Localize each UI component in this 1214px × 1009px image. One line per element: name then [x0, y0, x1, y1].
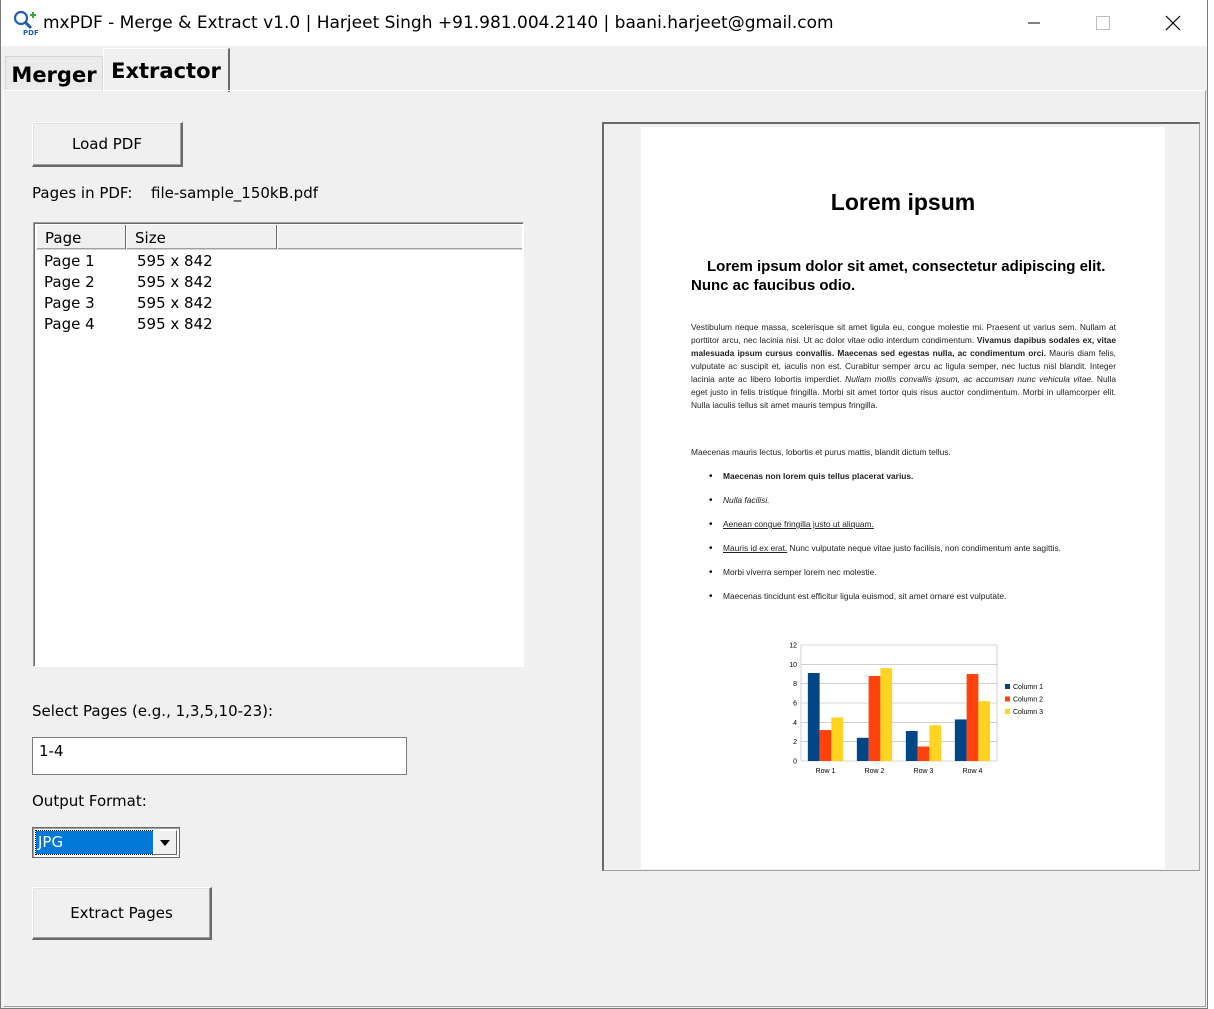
- list-rows: Page 1 595 x 842 Page 2 595 x 842 Page 3…: [36, 251, 516, 335]
- page-cell: Page 2: [44, 273, 95, 291]
- chart-legend-label: Column 2: [1013, 697, 1043, 704]
- chart-legend-swatch: [1005, 684, 1010, 689]
- chart-y-tick-label: 2: [793, 739, 797, 746]
- chart-y-tick-label: 12: [789, 643, 797, 650]
- tab-merger[interactable]: Merger: [5, 56, 103, 92]
- bullet-text: Morbi viverra semper lorem nec molestie.: [723, 567, 877, 577]
- bullet-text: Nunc vulputate neque vitae justo facilis…: [787, 543, 1061, 553]
- pages-in-pdf-label: Pages in PDF:: [32, 184, 133, 202]
- bullet-text: Nulla facilisi.: [723, 495, 770, 505]
- chart-bar: [954, 719, 967, 761]
- bullet-text: Maecenas non lorem quis tellus placerat …: [723, 471, 914, 481]
- chart-bar: [868, 675, 881, 761]
- title-bar[interactable]: PDF mxPDF - Merge & Extract v1.0 | Harje…: [1, 0, 1207, 46]
- column-header-page[interactable]: Page: [36, 225, 126, 249]
- page-cell: Page 4: [44, 315, 95, 333]
- maximize-button[interactable]: [1068, 0, 1138, 46]
- chart-y-tick-label: 10: [789, 662, 797, 669]
- minimize-button[interactable]: [999, 0, 1069, 46]
- pages-list[interactable]: Page Size Page 1 595 x 842 Page 2 595 x …: [33, 222, 524, 667]
- chart-bar: [807, 673, 820, 761]
- extract-pages-button[interactable]: Extract Pages: [32, 887, 212, 940]
- para-italic-text: Nullam mollis convallis ipsum, ac accums…: [845, 374, 1094, 384]
- chart-legend-swatch: [1005, 709, 1010, 714]
- chart-bar: [905, 731, 918, 761]
- list-item[interactable]: Page 3 595 x 842: [36, 293, 516, 314]
- chart-x-tick-label: Row 2: [865, 768, 885, 775]
- bullet-item: Maecenas tincidunt est efficitur ligula …: [709, 590, 1117, 603]
- pdf-preview-pane: Lorem ipsum Lorem ipsum dolor sit amet, …: [602, 122, 1200, 871]
- size-cell: 595 x 842: [137, 294, 213, 312]
- size-cell: 595 x 842: [137, 315, 213, 333]
- output-format-select[interactable]: JPG: [32, 827, 180, 858]
- chart-legend-swatch: [1005, 696, 1010, 702]
- bullet-link-text: Mauris id ex erat.: [723, 543, 788, 553]
- close-icon: [1165, 15, 1181, 31]
- chart-bar: [880, 668, 893, 761]
- preview-doc-subtitle: Lorem ipsum dolor sit amet, consectetur …: [691, 258, 1106, 294]
- chart-bar: [966, 674, 979, 761]
- chart-y-tick-label: 4: [793, 720, 797, 727]
- output-format-label: Output Format:: [32, 792, 147, 810]
- chart-legend-label: Column 3: [1013, 709, 1043, 716]
- window-title: mxPDF - Merge & Extract v1.0 | Harjeet S…: [43, 13, 834, 33]
- column-header-filler: [277, 225, 522, 249]
- tab-strip: Merger Extractor: [1, 46, 1207, 92]
- select-pages-label: Select Pages (e.g., 1,3,5,10-23):: [32, 702, 274, 720]
- chart-x-tick-label: Row 4: [963, 768, 983, 775]
- chart-x-tick-label: Row 1: [816, 768, 836, 775]
- minimize-icon: [1028, 22, 1040, 24]
- page-cell: Page 1: [44, 252, 95, 270]
- chart-y-tick-label: 6: [793, 701, 797, 708]
- size-cell: 595 x 842: [137, 273, 213, 291]
- preview-doc-title: Lorem ipsum: [830, 189, 976, 215]
- bullet-item: Mauris id ex erat. Nunc vulputate neque …: [709, 542, 1117, 555]
- chart-y-tick-label: 8: [793, 681, 797, 688]
- bullet-item: Morbi viverra semper lorem nec molestie.: [709, 566, 1117, 579]
- chart-legend-label: Column 1: [1013, 684, 1043, 691]
- app-pdf-search-icon: PDF: [13, 10, 38, 36]
- size-cell: 595 x 842: [137, 252, 213, 270]
- column-header-size[interactable]: Size: [126, 225, 277, 249]
- maximize-icon: [1096, 16, 1110, 30]
- svg-text:PDF: PDF: [23, 29, 38, 36]
- bullet-item: Aenean congue fringilla justo ut aliquam…: [709, 518, 1117, 531]
- chart-x-tick-label: Row 3: [914, 768, 934, 775]
- load-pdf-button[interactable]: Load PDF: [32, 122, 183, 167]
- preview-paragraph-2: Maecenas mauris lectus, lobortis et puru…: [691, 447, 951, 457]
- output-format-value: JPG: [35, 830, 155, 855]
- preview-bullet-list: Maecenas non lorem quis tellus placerat …: [709, 470, 1117, 614]
- tab-extractor[interactable]: Extractor: [103, 48, 230, 92]
- bullet-item: Nulla facilisi.: [709, 494, 1117, 507]
- page-cell: Page 3: [44, 294, 95, 312]
- preview-bar-chart: 0 2 4 6 8 10 12 Row 1 Row 2 Row 3 Row 4 Column 1 Col…: [789, 643, 1043, 776]
- bullet-text: Maecenas tincidunt est efficitur ligula …: [723, 591, 1007, 601]
- bullet-item: Maecenas non lorem quis tellus placerat …: [709, 470, 1117, 483]
- chart-bar: [856, 737, 869, 761]
- select-pages-input[interactable]: 1-4: [32, 737, 407, 775]
- close-button[interactable]: [1138, 0, 1208, 46]
- chart-bar: [917, 746, 930, 761]
- list-item[interactable]: Page 1 595 x 842: [36, 251, 516, 272]
- chart-bar: [819, 730, 832, 761]
- chart-bar: [978, 701, 991, 761]
- list-item[interactable]: Page 2 595 x 842: [36, 272, 516, 293]
- app-window: PDF mxPDF - Merge & Extract v1.0 | Harje…: [0, 0, 1208, 1009]
- preview-paragraph: Vestibulum neque massa, scelerisque sit …: [691, 321, 1116, 412]
- bullet-text: Aenean congue fringilla justo ut aliquam…: [723, 519, 874, 529]
- chart-bar: [831, 717, 844, 761]
- chevron-down-icon: [160, 839, 170, 846]
- list-header: Page Size: [36, 225, 522, 250]
- chart-bar: [929, 725, 942, 761]
- dropdown-arrow-button[interactable]: [153, 830, 177, 855]
- chart-y-tick-label: 0: [793, 759, 797, 766]
- pdf-file-name: file-sample_150kB.pdf: [151, 184, 318, 202]
- list-item[interactable]: Page 4 595 x 842: [36, 314, 516, 335]
- pdf-preview-page: Lorem ipsum Lorem ipsum dolor sit amet, …: [641, 127, 1165, 869]
